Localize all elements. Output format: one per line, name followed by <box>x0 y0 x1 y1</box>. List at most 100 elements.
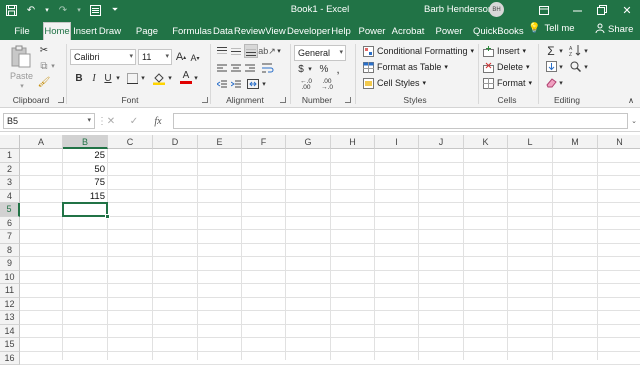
paste-dropdown-icon[interactable]: ▾ <box>18 82 26 90</box>
column-header[interactable]: M <box>553 135 598 149</box>
alignment-launcher-icon[interactable] <box>280 97 286 103</box>
format-painter-icon[interactable]: 🖌 <box>38 76 50 88</box>
percent-style-icon[interactable]: % <box>318 63 330 75</box>
column-header[interactable]: N <box>598 135 640 149</box>
row-header[interactable]: 7 <box>0 230 20 244</box>
borders-dropdown-icon[interactable]: ▾ <box>140 71 146 85</box>
row-header[interactable]: 11 <box>0 284 20 298</box>
merge-dropdown-icon[interactable]: ▾ <box>261 78 267 90</box>
ribbon-display-options-icon[interactable] <box>534 0 554 20</box>
tab-review[interactable]: Review <box>234 23 264 40</box>
select-all-corner[interactable] <box>0 135 20 149</box>
cancel-entry-icon[interactable]: ✕ <box>104 113 118 129</box>
row-header[interactable]: 8 <box>0 244 20 258</box>
row-header[interactable]: 10 <box>0 271 20 285</box>
user-name[interactable]: Barb Henderson <box>424 4 493 15</box>
cell-b2[interactable]: 50 <box>63 163 108 177</box>
align-top-icon[interactable] <box>216 45 228 57</box>
tell-me-search[interactable]: 💡 Tell me <box>528 23 575 34</box>
row-header[interactable]: 12 <box>0 298 20 312</box>
tab-page-layout[interactable]: Page Layout <box>122 23 172 40</box>
increase-decimal-icon[interactable]: ←.0.00 <box>297 79 315 91</box>
align-right-icon[interactable] <box>244 62 256 74</box>
underline-icon[interactable]: U <box>102 71 114 85</box>
copy-icon[interactable]: ⧉ <box>38 60 50 72</box>
column-header[interactable]: F <box>242 135 286 149</box>
formula-input[interactable] <box>173 113 628 129</box>
column-header[interactable]: D <box>153 135 198 149</box>
copy-dropdown-icon[interactable]: ▾ <box>50 60 56 72</box>
row-header[interactable]: 13 <box>0 311 20 325</box>
tab-view[interactable]: View <box>264 23 287 40</box>
font-color-icon[interactable]: A <box>180 69 192 85</box>
find-select-icon[interactable] <box>568 60 582 73</box>
conditional-formatting-button[interactable]: Conditional Formatting ▾ <box>362 45 474 57</box>
tab-help[interactable]: Help <box>329 23 353 40</box>
number-launcher-icon[interactable] <box>345 97 351 103</box>
increase-indent-icon[interactable] <box>230 78 242 90</box>
merge-center-icon[interactable] <box>246 78 260 90</box>
avatar[interactable]: BH <box>489 2 504 17</box>
minimize-icon[interactable] <box>567 0 587 20</box>
tab-formulas[interactable]: Formulas <box>172 23 212 40</box>
orientation-icon[interactable]: ab↗ <box>261 45 273 57</box>
sort-dropdown-icon[interactable]: ▾ <box>583 44 589 57</box>
align-center-icon[interactable] <box>230 62 242 74</box>
tab-power-pivot[interactable]: Power Pivot <box>425 23 473 40</box>
column-header[interactable]: K <box>464 135 508 149</box>
name-box[interactable]: B5 ▾ <box>3 113 95 129</box>
enter-entry-icon[interactable]: ✓ <box>127 113 141 129</box>
align-bottom-icon[interactable] <box>244 44 258 58</box>
worksheet-grid[interactable]: ABCDEFGHIJKLMN 12345678910111213141516 2… <box>0 135 640 360</box>
share-button[interactable]: Share <box>595 23 633 36</box>
column-header[interactable]: J <box>419 135 464 149</box>
fill-color-icon[interactable] <box>152 71 166 85</box>
fill-icon[interactable] <box>545 60 557 73</box>
tab-quickbooks[interactable]: QuickBooks <box>473 23 523 40</box>
close-icon[interactable]: ✕ <box>617 0 637 20</box>
insert-function-icon[interactable]: fx <box>150 113 166 129</box>
row-header[interactable]: 3 <box>0 176 20 190</box>
column-header[interactable]: I <box>375 135 419 149</box>
cut-icon[interactable]: ✂ <box>38 44 50 56</box>
column-header[interactable]: B <box>63 135 108 149</box>
cell-b1[interactable]: 25 <box>63 149 108 163</box>
column-header[interactable]: A <box>20 135 63 149</box>
tab-file[interactable]: File <box>8 23 36 40</box>
insert-cells-button[interactable]: Insert ▾ <box>482 45 526 57</box>
font-color-dropdown-icon[interactable]: ▾ <box>193 71 199 85</box>
align-left-icon[interactable] <box>216 62 228 74</box>
decrease-font-size-icon[interactable]: A▾ <box>189 51 201 65</box>
font-size-combo[interactable]: 11▾ <box>138 49 172 65</box>
decrease-decimal-icon[interactable]: .00→.0 <box>318 79 336 91</box>
clear-dropdown-icon[interactable]: ▾ <box>558 76 564 89</box>
number-format-combo[interactable]: General▾ <box>294 45 346 61</box>
collapse-ribbon-icon[interactable]: ∧ <box>626 95 636 105</box>
comma-style-icon[interactable]: , <box>333 63 343 75</box>
italic-icon[interactable]: I <box>88 71 100 85</box>
row-header[interactable]: 6 <box>0 217 20 231</box>
bold-icon[interactable]: B <box>73 71 85 85</box>
cell-b4[interactable]: 115 <box>63 190 108 204</box>
restore-icon[interactable] <box>592 0 612 20</box>
find-dropdown-icon[interactable]: ▾ <box>583 60 589 73</box>
tab-acrobat[interactable]: Acrobat <box>391 23 425 40</box>
align-middle-icon[interactable] <box>230 45 242 57</box>
row-header[interactable]: 15 <box>0 338 20 352</box>
row-header[interactable]: 9 <box>0 257 20 271</box>
row-header[interactable]: 4 <box>0 190 20 204</box>
orientation-dropdown-icon[interactable]: ▾ <box>276 45 282 57</box>
row-header[interactable]: 2 <box>0 163 20 177</box>
row-header[interactable]: 1 <box>0 149 20 163</box>
clear-icon[interactable] <box>545 76 557 89</box>
column-header[interactable]: E <box>198 135 242 149</box>
autosum-dropdown-icon[interactable]: ▾ <box>558 44 564 57</box>
delete-cells-button[interactable]: Delete ▾ <box>482 61 530 73</box>
paste-button[interactable]: Paste <box>10 71 33 81</box>
column-header[interactable]: L <box>508 135 553 149</box>
wrap-text-icon[interactable] <box>261 62 275 74</box>
format-as-table-button[interactable]: Format as Table ▾ <box>362 61 448 73</box>
tab-home[interactable]: Home <box>43 22 71 40</box>
tab-draw[interactable]: Draw <box>98 23 122 40</box>
format-cells-button[interactable]: Format ▾ <box>482 77 532 89</box>
